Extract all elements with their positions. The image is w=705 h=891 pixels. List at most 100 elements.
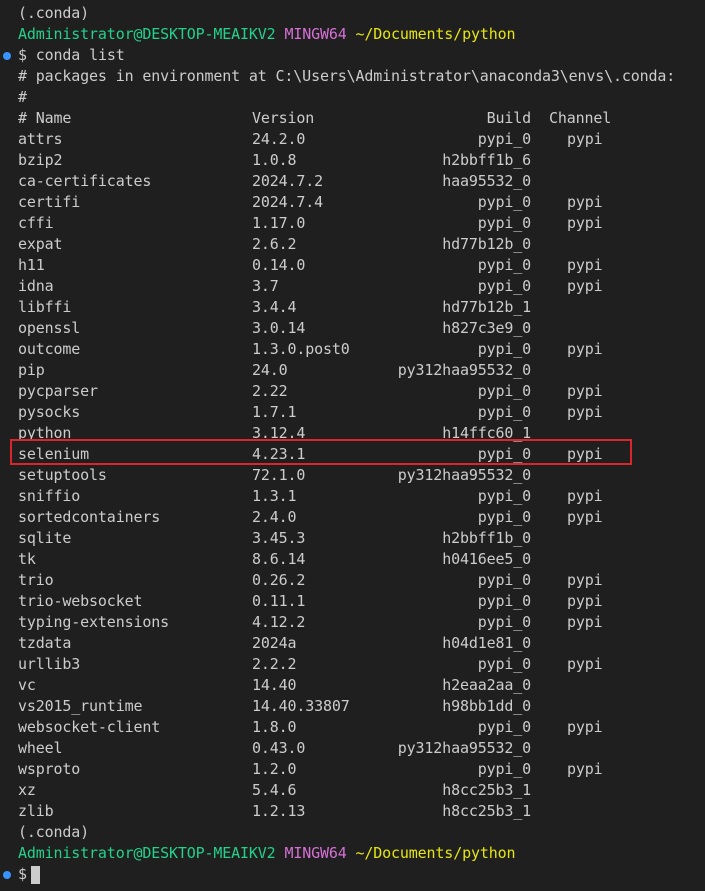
package-channel: pypi [567, 571, 603, 589]
package-build: pypi_0 [477, 382, 531, 400]
package-name: websocket-client [18, 718, 161, 736]
package-build: pypi_0 [477, 445, 531, 463]
user-host: Administrator@DESKTOP-MEAIKV2 [18, 844, 276, 862]
package-row: wheel 0.43.0 py312haa95532_0 [0, 738, 705, 759]
package-name: tk [18, 550, 36, 568]
cwd-path: ~/Documents/python [355, 25, 516, 43]
package-row: urllib3 2.2.2 pypi_0 pypi [0, 654, 705, 675]
package-name: setuptools [18, 466, 107, 484]
package-name: urllib3 [18, 655, 81, 673]
package-version: 24.0 [252, 361, 288, 379]
package-name: wheel [18, 739, 63, 757]
terminal-window[interactable]: (.conda) Administrator@DESKTOP-MEAIKV2 M… [0, 0, 705, 891]
package-row: vs2015_runtime 14.40.33807 h98bb1dd_0 [0, 696, 705, 717]
package-build: h0416ee5_0 [442, 550, 531, 568]
package-channel: pypi [567, 277, 603, 295]
prompt-symbol: $ [18, 46, 27, 64]
user-host: Administrator@DESKTOP-MEAIKV2 [18, 25, 276, 43]
cwd-path: ~/Documents/python [355, 844, 516, 862]
package-row: expat 2.6.2 hd77b12b_0 [0, 234, 705, 255]
package-row: setuptools 72.1.0 py312haa95532_0 [0, 465, 705, 486]
package-channel: pypi [567, 193, 603, 211]
package-name: certifi [18, 193, 81, 211]
input-line[interactable]: $ [0, 864, 705, 885]
package-channel: pypi [567, 130, 603, 148]
package-version: 3.45.3 [252, 529, 306, 547]
package-version: 4.12.2 [252, 613, 306, 631]
package-name: attrs [18, 130, 63, 148]
prompt-header-top: Administrator@DESKTOP-MEAIKV2 MINGW64 ~/… [0, 24, 705, 45]
package-version: 72.1.0 [252, 466, 306, 484]
blank-comment: # [18, 88, 27, 106]
package-build: h2eaa2aa_0 [442, 676, 531, 694]
package-build: pypi_0 [477, 130, 531, 148]
package-name: sqlite [18, 529, 72, 547]
listing-comment: # packages in environment at C:\Users\Ad… [18, 67, 676, 85]
package-version: 0.14.0 [252, 256, 306, 274]
package-build: haa95532_0 [442, 172, 531, 190]
package-build: py312haa95532_0 [397, 361, 531, 379]
package-row: zlib 1.2.13 h8cc25b3_1 [0, 801, 705, 822]
package-version: 0.26.2 [252, 571, 306, 589]
package-row: wsproto 1.2.0 pypi_0 pypi [0, 759, 705, 780]
package-row: tzdata 2024a h04d1e81_0 [0, 633, 705, 654]
package-channel: pypi [567, 508, 603, 526]
package-version: 0.43.0 [252, 739, 306, 757]
package-version: 2.22 [252, 382, 288, 400]
package-row: h11 0.14.0 pypi_0 pypi [0, 255, 705, 276]
package-build: pypi_0 [477, 718, 531, 736]
header-build: Build [486, 109, 532, 127]
command-status-dot-icon [3, 871, 11, 879]
prompt-symbol: $ [18, 865, 27, 883]
command-status-dot-icon [3, 52, 11, 60]
package-version: 2024.7.2 [252, 172, 324, 190]
package-row: outcome 1.3.0.post0 pypi_0 pypi [0, 339, 705, 360]
table-header: # Name Version Build Channel [0, 108, 705, 129]
env-label: (.conda) [18, 4, 90, 22]
package-version: 24.2.0 [252, 130, 306, 148]
package-name: libffi [18, 298, 72, 316]
package-row: selenium 4.23.1 pypi_0 pypi [0, 444, 705, 465]
package-row: trio-websocket 0.11.1 pypi_0 pypi [0, 591, 705, 612]
package-channel: pypi [567, 214, 603, 232]
package-row: sniffio 1.3.1 pypi_0 pypi [0, 486, 705, 507]
package-build: h8cc25b3_1 [442, 802, 531, 820]
package-version: 3.12.4 [252, 424, 306, 442]
package-name: trio [18, 571, 54, 589]
package-name: sniffio [18, 487, 81, 505]
package-build: pypi_0 [477, 487, 531, 505]
package-row: python 3.12.4 h14ffc60_1 [0, 423, 705, 444]
package-channel: pypi [567, 487, 603, 505]
package-build: h04d1e81_0 [442, 634, 531, 652]
package-channel: pypi [567, 613, 603, 631]
header-channel: Channel [549, 109, 612, 127]
package-name: bzip2 [18, 151, 63, 169]
package-version: 1.8.0 [252, 718, 297, 736]
package-build: h827c3e9_0 [442, 319, 531, 337]
package-name: pycparser [18, 382, 98, 400]
package-build: pypi_0 [477, 592, 531, 610]
package-version: 1.17.0 [252, 214, 306, 232]
package-name: vc [18, 676, 36, 694]
package-build: hd77b12b_0 [442, 235, 531, 253]
package-channel: pypi [567, 655, 603, 673]
package-version: 3.7 [252, 277, 279, 295]
package-version: 2.2.2 [252, 655, 297, 673]
package-version: 3.4.4 [252, 298, 297, 316]
package-channel: pypi [567, 718, 603, 736]
package-channel: pypi [567, 592, 603, 610]
package-build: h8cc25b3_1 [442, 781, 531, 799]
package-build: py312haa95532_0 [397, 466, 531, 484]
package-name: trio-websocket [18, 592, 143, 610]
package-build: pypi_0 [477, 613, 531, 631]
env-line-top: (.conda) [0, 3, 705, 24]
package-name: h11 [18, 256, 45, 274]
package-row: pip 24.0 py312haa95532_0 [0, 360, 705, 381]
package-build: hd77b12b_1 [442, 298, 531, 316]
package-version: 1.2.13 [252, 802, 306, 820]
package-build: pypi_0 [477, 214, 531, 232]
package-row: websocket-client 1.8.0 pypi_0 pypi [0, 717, 705, 738]
package-row: certifi 2024.7.4 pypi_0 pypi [0, 192, 705, 213]
header-version: Version [252, 109, 315, 127]
package-version: 1.3.1 [252, 487, 297, 505]
